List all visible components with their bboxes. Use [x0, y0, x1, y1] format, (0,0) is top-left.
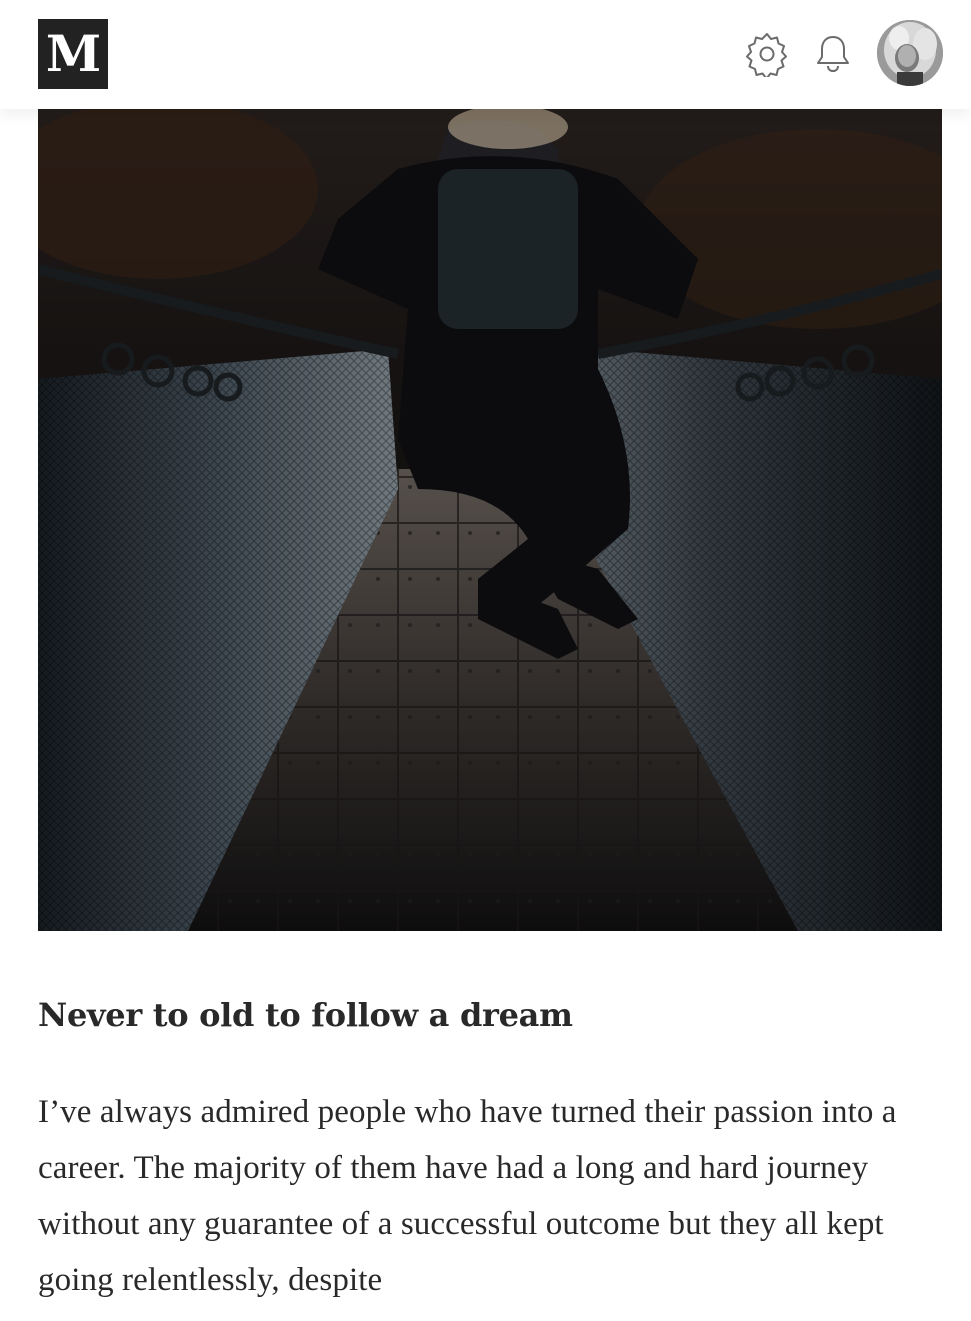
- article-paragraph: I’ve always admired people who have turn…: [38, 1094, 897, 1298]
- medium-logo[interactable]: M: [38, 19, 108, 89]
- suspension-bridge-photo-icon: [38, 109, 942, 931]
- avatar-portrait-icon: [877, 20, 943, 86]
- user-avatar[interactable]: [877, 20, 943, 86]
- article-subtitle: Never to old to follow a dream: [38, 996, 573, 1034]
- settings-gear-icon[interactable]: [744, 31, 790, 77]
- hero-image: [38, 109, 942, 931]
- top-navigation-bar: M: [0, 0, 971, 109]
- notification-bell-icon[interactable]: [815, 34, 851, 74]
